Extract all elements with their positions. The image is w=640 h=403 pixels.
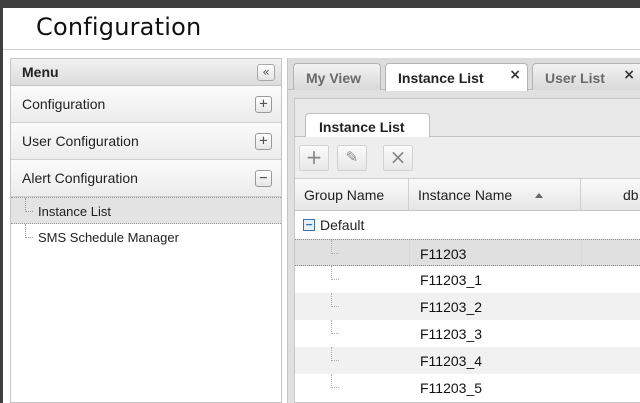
tab-my-view[interactable]: My View [293, 63, 381, 90]
table-row[interactable]: F11203_5 [295, 374, 640, 401]
instance-name-cell: F11203_1 [420, 272, 483, 288]
tab-strip: My View Instance List × User List × [288, 58, 640, 91]
page-title: Configuration [36, 13, 202, 41]
tree-connector [25, 224, 33, 238]
submenu-item-instance-list[interactable]: Instance List [11, 197, 281, 224]
tree-connector [331, 240, 339, 254]
collapse-menu-button[interactable]: « [257, 64, 275, 81]
tree-connector [331, 320, 339, 334]
submenu-item-sms-schedule-manager[interactable]: SMS Schedule Manager [11, 224, 281, 251]
group-row-default[interactable]: − Default [295, 211, 640, 239]
tree-connector [331, 293, 339, 307]
collapse-group-icon[interactable]: − [303, 219, 315, 231]
menu-panel: Menu « Configuration + User Configuratio… [10, 58, 282, 403]
table-row[interactable]: F11203 [295, 239, 640, 267]
table-row[interactable]: F11203_3 [295, 320, 640, 347]
tab-instance-list[interactable]: Instance List × [385, 63, 528, 91]
column-header-db[interactable]: db [581, 179, 640, 211]
column-header-label: Instance Name [418, 187, 513, 203]
menu-section-alert-configuration[interactable]: Alert Configuration − [11, 160, 281, 197]
instance-name-cell: F11203_3 [420, 326, 483, 342]
tab-label: Instance List [398, 70, 484, 86]
table-row[interactable]: F11203_4 [295, 347, 640, 374]
tab-area: My View Instance List × User List × Inst… [287, 58, 640, 403]
instance-list-panel: Instance List + ✎ × Group Name Instance … [294, 98, 640, 403]
menu-section-label: Configuration [22, 96, 106, 112]
inner-tab-label: Instance List [319, 119, 405, 135]
expand-icon[interactable]: + [255, 96, 272, 113]
table-row[interactable]: F11203_2 [295, 293, 640, 320]
column-header-label: Group Name [304, 187, 385, 203]
menu-section-label: User Configuration [22, 133, 139, 149]
alert-submenu: Instance List SMS Schedule Manager [11, 197, 281, 251]
delete-icon[interactable]: × [383, 145, 413, 171]
tab-label: My View [306, 70, 361, 86]
tree-connector [331, 374, 339, 388]
instance-name-cell: F11203_2 [420, 299, 483, 315]
instance-name-cell: F11203_5 [420, 380, 483, 396]
cell-divider [409, 240, 410, 267]
grid-toolbar: + ✎ × [295, 137, 640, 179]
menu-section-label: Alert Configuration [22, 170, 138, 186]
instance-name-cell: F11203 [420, 246, 467, 262]
expand-icon[interactable]: + [255, 133, 272, 150]
tab-user-list[interactable]: User List × [532, 63, 640, 90]
menu-title: Menu [22, 64, 59, 80]
menu-header: Menu « [11, 59, 281, 86]
page-header: Configuration [3, 8, 640, 50]
grid-header: Group Name Instance Name db [295, 179, 640, 211]
submenu-item-label: SMS Schedule Manager [38, 230, 179, 245]
submenu-item-label: Instance List [38, 204, 111, 219]
app-window: Configuration Menu « Configuration + Use… [3, 8, 640, 403]
instance-name-cell: F11203_4 [420, 353, 483, 369]
tree-connector [331, 266, 339, 280]
edit-icon[interactable]: ✎ [337, 145, 367, 171]
sort-ascending-icon [535, 193, 543, 198]
column-header-label: db [623, 187, 639, 203]
tree-connector [25, 198, 33, 212]
tree-connector [331, 347, 339, 361]
menu-section-user-configuration[interactable]: User Configuration + [11, 123, 281, 160]
close-icon[interactable]: × [509, 67, 521, 83]
close-icon[interactable]: × [623, 67, 635, 83]
column-header-instance-name[interactable]: Instance Name [409, 179, 581, 211]
add-icon[interactable]: + [299, 145, 329, 171]
column-header-group-name[interactable]: Group Name [295, 179, 409, 211]
group-label: Default [320, 217, 365, 233]
cell-divider [581, 240, 582, 267]
inner-tab-strip: Instance List [295, 99, 640, 138]
menu-section-configuration[interactable]: Configuration + [11, 86, 281, 123]
tab-label: User List [545, 70, 605, 86]
collapse-icon[interactable]: − [255, 170, 272, 187]
table-row[interactable]: F11203_1 [295, 266, 640, 293]
inner-tab-instance-list[interactable]: Instance List [305, 113, 430, 138]
